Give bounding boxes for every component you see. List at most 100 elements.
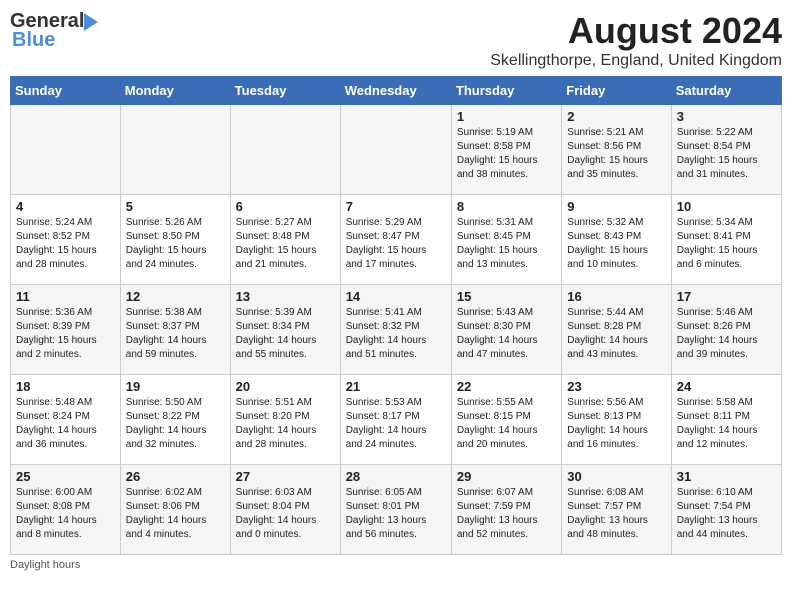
day-info: Sunrise: 5:48 AM Sunset: 8:24 PM Dayligh… [16,396,115,452]
day-info: Sunrise: 6:05 AM Sunset: 8:01 PM Dayligh… [346,486,446,542]
day-number: 21 [346,379,446,394]
day-info: Sunrise: 6:08 AM Sunset: 7:57 PM Dayligh… [567,486,665,542]
day-info: Sunrise: 5:31 AM Sunset: 8:45 PM Dayligh… [457,216,556,272]
day-number: 28 [346,469,446,484]
day-info: Sunrise: 5:44 AM Sunset: 8:28 PM Dayligh… [567,306,665,362]
calendar-cell: 4Sunrise: 5:24 AM Sunset: 8:52 PM Daylig… [11,195,121,285]
day-info: Sunrise: 5:29 AM Sunset: 8:47 PM Dayligh… [346,216,446,272]
calendar-cell: 29 Sunrise: 6:07 AM Sunset: 7:59 PM Dayli… [451,465,561,555]
logo-arrow-icon [84,13,106,31]
day-info: Sunrise: 6:02 AM Sunset: 8:06 PM Dayligh… [126,486,225,542]
calendar-header-row: SundayMondayTuesdayWednesdayThursdayFrid… [11,77,782,105]
day-info: Sunrise: 6:10 AM Sunset: 7:54 PM Dayligh… [677,486,776,542]
day-number: 27 [236,469,335,484]
calendar-cell: 5 Sunrise: 5:26 AM Sunset: 8:50 PM Daylig… [120,195,230,285]
calendar-cell: 28 Sunrise: 6:05 AM Sunset: 8:01 PM Dayli… [340,465,451,555]
day-number: 18 [16,379,115,394]
calendar-cell [11,105,121,195]
calendar-cell: 23Sunrise: 5:56 AM Sunset: 8:13 PM Dayli… [562,375,671,465]
day-info: Sunrise: 5:27 AM Sunset: 8:48 PM Dayligh… [236,216,335,272]
day-number: 24 [677,379,776,394]
day-info: Sunrise: 5:21 AM Sunset: 8:56 PM Dayligh… [567,126,665,182]
day-info: Sunrise: 5:22 AM Sunset: 8:54 PM Dayligh… [677,126,776,182]
calendar-day-header: Thursday [451,77,561,105]
calendar-cell: 11Sunrise: 5:36 AM Sunset: 8:39 PM Dayli… [11,285,121,375]
day-info: Sunrise: 5:58 AM Sunset: 8:11 PM Dayligh… [677,396,776,452]
calendar-cell [120,105,230,195]
day-number: 8 [457,199,556,214]
calendar-week-row: 25 Sunrise: 6:00 AM Sunset: 8:08 PM Dayli… [11,465,782,555]
day-number: 1 [457,109,556,124]
day-info: Sunrise: 6:00 AM Sunset: 8:08 PM Dayligh… [16,486,115,542]
day-info: Sunrise: 5:38 AM Sunset: 8:37 PM Dayligh… [126,306,225,362]
calendar-cell: 14Sunrise: 5:41 AM Sunset: 8:32 PM Dayli… [340,285,451,375]
day-number: 5 [126,199,225,214]
day-info: Sunrise: 5:43 AM Sunset: 8:30 PM Dayligh… [457,306,556,362]
day-number: 30 [567,469,665,484]
day-number: 11 [16,289,115,304]
calendar-cell: 18 Sunrise: 5:48 AM Sunset: 8:24 PM Dayli… [11,375,121,465]
day-number: 29 [457,469,556,484]
calendar-cell: 30 Sunrise: 6:08 AM Sunset: 7:57 PM Dayli… [562,465,671,555]
calendar-cell: 3 Sunrise: 5:22 AM Sunset: 8:54 PM Daylig… [671,105,781,195]
day-number: 17 [677,289,776,304]
calendar-day-header: Monday [120,77,230,105]
calendar-day-header: Wednesday [340,77,451,105]
page-header: General Blue August 2024 Skellingthorpe,… [10,10,782,70]
calendar-cell: 2 Sunrise: 5:21 AM Sunset: 8:56 PM Daylig… [562,105,671,195]
calendar-cell: 31 Sunrise: 6:10 AM Sunset: 7:54 PM Dayli… [671,465,781,555]
calendar-week-row: 11Sunrise: 5:36 AM Sunset: 8:39 PM Dayli… [11,285,782,375]
calendar-table: SundayMondayTuesdayWednesdayThursdayFrid… [10,76,782,555]
day-number: 12 [126,289,225,304]
day-info: Sunrise: 6:07 AM Sunset: 7:59 PM Dayligh… [457,486,556,542]
calendar-cell: 20Sunrise: 5:51 AM Sunset: 8:20 PM Dayli… [230,375,340,465]
day-number: 13 [236,289,335,304]
month-year-title: August 2024 [490,10,782,52]
day-number: 25 [16,469,115,484]
calendar-day-header: Tuesday [230,77,340,105]
calendar-week-row: 1 Sunrise: 5:19 AM Sunset: 8:58 PM Daylig… [11,105,782,195]
calendar-cell: 7 Sunrise: 5:29 AM Sunset: 8:47 PM Daylig… [340,195,451,285]
calendar-day-header: Sunday [11,77,121,105]
day-number: 23 [567,379,665,394]
calendar-cell: 12 Sunrise: 5:38 AM Sunset: 8:37 PM Dayli… [120,285,230,375]
calendar-cell: 17 Sunrise: 5:46 AM Sunset: 8:26 PM Dayli… [671,285,781,375]
daylight-hours-label: Daylight hours [10,559,80,571]
day-info: Sunrise: 6:03 AM Sunset: 8:04 PM Dayligh… [236,486,335,542]
calendar-cell: 24 Sunrise: 5:58 AM Sunset: 8:11 PM Dayli… [671,375,781,465]
day-number: 31 [677,469,776,484]
day-number: 6 [236,199,335,214]
day-number: 19 [126,379,225,394]
calendar-cell: 9Sunrise: 5:32 AM Sunset: 8:43 PM Daylig… [562,195,671,285]
day-number: 7 [346,199,446,214]
day-info: Sunrise: 5:46 AM Sunset: 8:26 PM Dayligh… [677,306,776,362]
day-number: 16 [567,289,665,304]
calendar-cell: 10Sunrise: 5:34 AM Sunset: 8:41 PM Dayli… [671,195,781,285]
calendar-cell: 27 Sunrise: 6:03 AM Sunset: 8:04 PM Dayli… [230,465,340,555]
calendar-day-header: Friday [562,77,671,105]
calendar-cell: 15Sunrise: 5:43 AM Sunset: 8:30 PM Dayli… [451,285,561,375]
day-number: 4 [16,199,115,214]
calendar-week-row: 18 Sunrise: 5:48 AM Sunset: 8:24 PM Dayli… [11,375,782,465]
calendar-cell: 22Sunrise: 5:55 AM Sunset: 8:15 PM Dayli… [451,375,561,465]
day-number: 2 [567,109,665,124]
day-info: Sunrise: 5:26 AM Sunset: 8:50 PM Dayligh… [126,216,225,272]
day-info: Sunrise: 5:55 AM Sunset: 8:15 PM Dayligh… [457,396,556,452]
day-info: Sunrise: 5:19 AM Sunset: 8:58 PM Dayligh… [457,126,556,182]
day-number: 3 [677,109,776,124]
day-info: Sunrise: 5:53 AM Sunset: 8:17 PM Dayligh… [346,396,446,452]
day-info: Sunrise: 5:50 AM Sunset: 8:22 PM Dayligh… [126,396,225,452]
calendar-cell: 26 Sunrise: 6:02 AM Sunset: 8:06 PM Dayli… [120,465,230,555]
calendar-cell [230,105,340,195]
logo: General Blue [10,10,106,52]
calendar-cell: 1 Sunrise: 5:19 AM Sunset: 8:58 PM Daylig… [451,105,561,195]
footer-note: Daylight hours [10,559,782,571]
logo-blue-text: Blue [10,29,55,52]
day-number: 26 [126,469,225,484]
day-number: 9 [567,199,665,214]
title-area: August 2024 Skellingthorpe, England, Uni… [490,10,782,70]
day-info: Sunrise: 5:34 AM Sunset: 8:41 PM Dayligh… [677,216,776,272]
calendar-cell: 21 Sunrise: 5:53 AM Sunset: 8:17 PM Dayli… [340,375,451,465]
day-info: Sunrise: 5:41 AM Sunset: 8:32 PM Dayligh… [346,306,446,362]
calendar-cell: 16 Sunrise: 5:44 AM Sunset: 8:28 PM Dayli… [562,285,671,375]
